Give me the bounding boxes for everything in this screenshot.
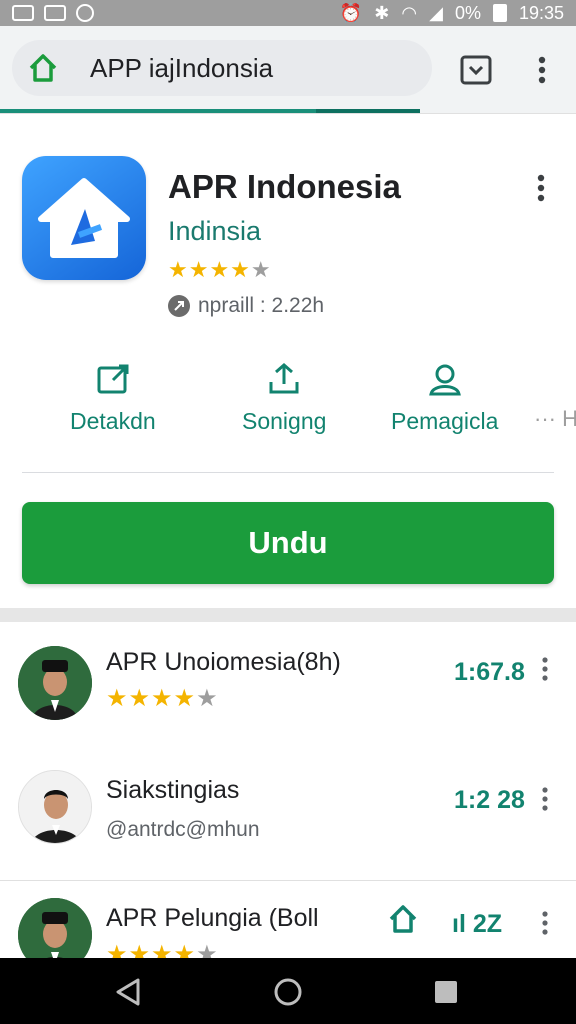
section-divider (0, 608, 576, 622)
back-button[interactable] (110, 974, 146, 1010)
item-overflow-button[interactable] (536, 784, 554, 814)
status-system: ⏰ ✱ ◠ ◢ 0% 19:35 (340, 3, 564, 24)
recents-button[interactable] (428, 974, 464, 1010)
action-label: Detakdn (70, 408, 156, 434)
app-info: npraill : 2.22h (168, 294, 324, 318)
link-icon (168, 295, 190, 317)
tab-switcher-button[interactable] (458, 54, 494, 86)
battery-level: 0% (454, 2, 481, 23)
kebab-menu-icon (537, 174, 545, 202)
stars-filled: ★★★★ (168, 257, 251, 282)
item-overflow-button[interactable] (536, 654, 554, 684)
action-label: Pemagicla (391, 408, 499, 434)
video-icon (44, 5, 66, 21)
item-value: ıl 2Z (452, 910, 503, 938)
action-detakdn[interactable]: Detakdn (70, 362, 156, 435)
page-load-progress (0, 109, 420, 113)
app-icon (22, 156, 146, 280)
list-item[interactable]: APR Unoiomesia(8h) ★★★★★ 1:67.8 (0, 630, 576, 750)
action-sonigng[interactable]: Sonigng (242, 362, 326, 435)
app-title: APR Indonesia (168, 168, 401, 205)
record-icon (76, 4, 94, 22)
app-info-text: npraill : 2.22h (198, 294, 325, 317)
bluetooth-icon: ✱ (374, 2, 390, 23)
item-title: APR Pelungia (Boll (106, 904, 319, 932)
list-item[interactable]: Siakstingias @antrdc@mhun 1:2 28 (0, 756, 576, 876)
divider (0, 880, 576, 881)
stars-empty: ★ (250, 257, 272, 282)
divider (22, 472, 554, 473)
action-pemagicla[interactable]: Pemagicla (391, 362, 498, 435)
tab-switcher-icon (460, 55, 492, 85)
upload-icon (269, 363, 299, 394)
item-subtitle: @antrdc@mhun (106, 818, 260, 841)
status-bar: ⏰ ✱ ◠ ◢ 0% 19:35 (0, 0, 576, 26)
item-value: 1:67.8 (454, 658, 525, 686)
browser-toolbar: APP iajIndonsia (0, 26, 576, 114)
avatar (18, 646, 92, 720)
item-rating-stars: ★★★★★ (106, 684, 219, 713)
app-developer-link[interactable]: Indinsia (168, 216, 261, 247)
kebab-menu-icon (542, 911, 548, 935)
stars-filled: ★★★★ (106, 685, 197, 712)
item-title: APR Unoiomesia(8h) (106, 648, 341, 676)
app-rating-stars: ★★★★★ (168, 257, 272, 283)
home-circle-icon (274, 978, 302, 1006)
home-icon[interactable] (26, 51, 60, 85)
status-notifications (12, 4, 94, 22)
alarm-icon: ⏰ (339, 2, 363, 23)
stars-empty: ★ (196, 685, 219, 712)
avatar (18, 770, 92, 844)
action-label: Sonigng (242, 408, 327, 434)
mail-icon (12, 5, 34, 21)
kebab-menu-icon (542, 787, 548, 811)
person-icon (428, 364, 461, 396)
back-icon (116, 978, 140, 1006)
recents-icon (435, 981, 457, 1003)
action-row: Detakdn Sonigng Pemagicla ··· H (0, 362, 576, 442)
system-nav-bar (0, 958, 576, 1024)
clock: 19:35 (518, 2, 564, 23)
app-overflow-button[interactable] (530, 170, 552, 206)
install-button[interactable]: Undu (22, 502, 554, 584)
item-overflow-button[interactable] (536, 908, 554, 938)
browser-menu-button[interactable] (528, 52, 556, 88)
share-icon (97, 364, 129, 394)
address-bar[interactable]: APP iajIndonsia (12, 40, 432, 96)
battery-icon (492, 4, 507, 22)
url-text[interactable]: APP iajIndonsia (90, 53, 273, 84)
home-icon[interactable] (386, 902, 420, 941)
kebab-menu-icon (542, 657, 548, 681)
wifi-icon: ◠ (401, 2, 418, 23)
kebab-menu-icon (538, 56, 546, 84)
item-title: Siakstingias (106, 776, 240, 804)
item-value: 1:2 28 (454, 786, 525, 814)
home-button[interactable] (270, 974, 306, 1010)
more-actions[interactable]: ··· H (534, 406, 576, 432)
signal-icon: ◢ (429, 2, 443, 23)
